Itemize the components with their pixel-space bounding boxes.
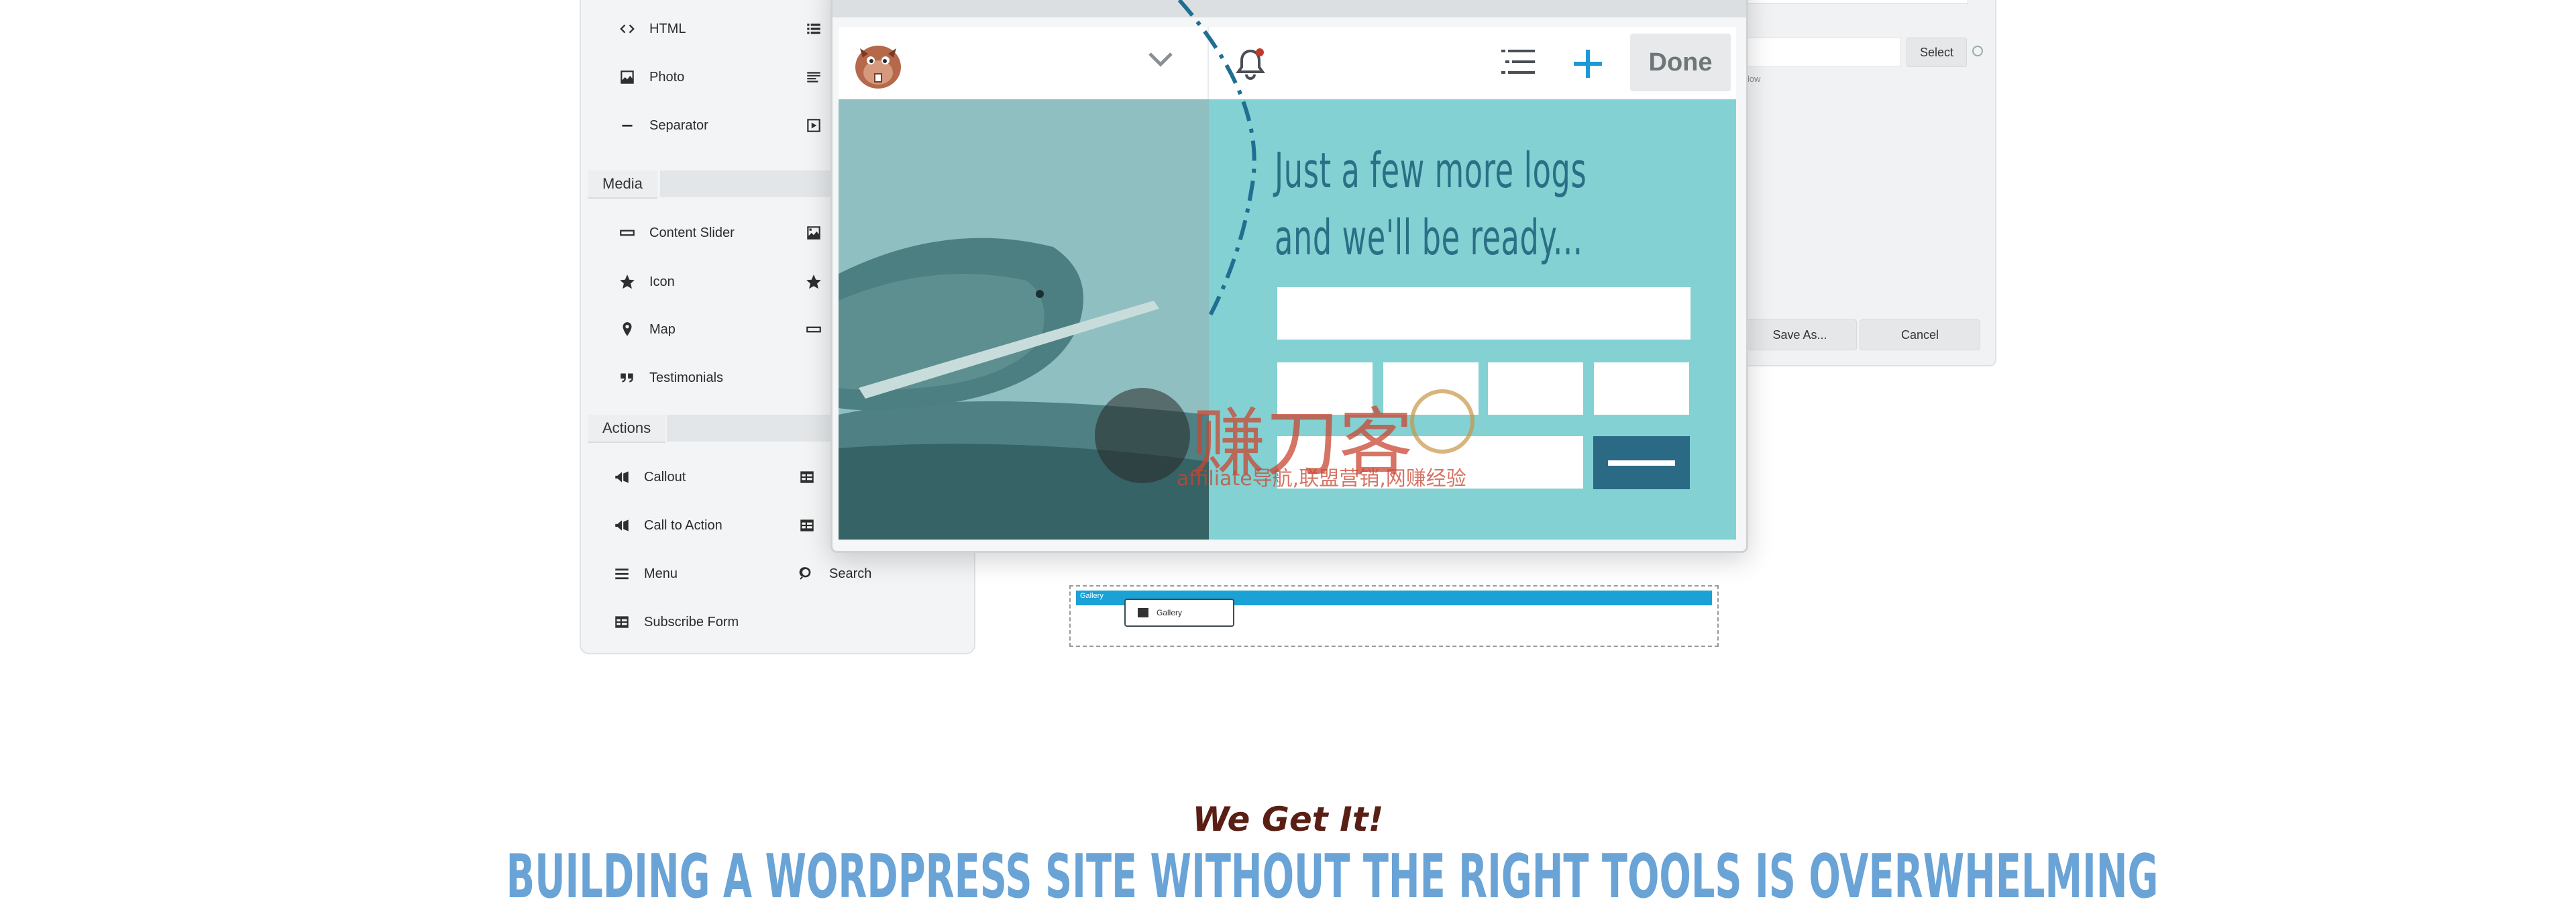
table-icon [796, 468, 818, 486]
module-pricing-table[interactable] [796, 460, 829, 494]
megaphone-icon [610, 468, 633, 486]
help-icon[interactable] [1972, 46, 1983, 56]
submit-button-line [1608, 460, 1675, 466]
slider-icon [802, 321, 825, 338]
form-field[interactable] [1488, 362, 1583, 415]
text-editor-icon [802, 68, 825, 86]
module-separator[interactable]: Separator [616, 109, 708, 142]
code-icon [616, 20, 639, 38]
gallery-icon [1138, 608, 1148, 617]
separator-icon [616, 117, 639, 134]
quote-icon [616, 369, 639, 387]
list-icon [802, 20, 825, 38]
module-label: HTML [649, 21, 686, 36]
settings-input[interactable] [1746, 0, 1968, 4]
plus-icon[interactable] [1571, 47, 1605, 84]
cancel-button[interactable]: Cancel [1860, 319, 1980, 350]
form-field[interactable] [1277, 287, 1690, 340]
section-header-bar [667, 415, 832, 442]
button-label: Cancel [1900, 327, 1939, 342]
watermark-subtext: affiliate导航,联盟营销,网赚经验 [1177, 467, 1466, 491]
section-tab-actions[interactable]: Actions [588, 415, 666, 443]
beaver-logo[interactable] [848, 34, 908, 94]
module-label: Search [829, 566, 872, 581]
table-icon [796, 517, 818, 534]
gallery-icon [802, 224, 825, 242]
hero-headline-line1: Just a few more logs [1275, 142, 1587, 199]
done-button[interactable]: Done [1630, 34, 1731, 91]
gallery-chip-label: Gallery [1157, 608, 1183, 617]
slider-icon [616, 224, 639, 242]
module-photo[interactable]: Photo [616, 60, 684, 94]
module-icon[interactable]: Icon [616, 265, 675, 299]
video-icon [802, 117, 825, 134]
coin-icon [1410, 389, 1474, 454]
table-icon [610, 613, 633, 631]
module-html[interactable]: HTML [616, 12, 686, 46]
module-label: Subscribe Form [644, 614, 739, 629]
module-search[interactable]: Search [796, 557, 871, 591]
module-subscribe-form[interactable]: Subscribe Form [610, 605, 739, 639]
module-label: Photo [649, 69, 685, 85]
select-button[interactable]: Select [1907, 38, 1967, 67]
section-title: Actions [602, 419, 651, 436]
module-content-slider[interactable]: Content Slider [616, 216, 735, 250]
menu-icon [610, 565, 633, 582]
module-label: Icon [649, 274, 675, 289]
section-title: Media [602, 175, 643, 192]
settings-select-field[interactable] [1746, 38, 1901, 67]
window-title-bar [833, 0, 1746, 17]
module-contact-form[interactable] [796, 509, 829, 542]
module-label: Callout [644, 469, 686, 485]
module-label: Map [649, 321, 676, 337]
tagline: We Get It! [1192, 800, 1384, 839]
section-heading: BUILDING A WORDPRESS SITE WITHOUT THE RI… [0, 842, 2576, 912]
button-label: Save As... [1772, 327, 1827, 342]
star-icon [616, 273, 639, 291]
star-icon [802, 273, 825, 291]
module-menu[interactable]: Menu [610, 557, 678, 591]
module-label: Separator [649, 117, 708, 133]
decorative-curve [1177, 0, 1256, 317]
form-field[interactable] [1594, 362, 1689, 415]
outline-list-icon[interactable] [1500, 47, 1538, 80]
module-callout[interactable]: Callout [610, 460, 686, 494]
watermark-logo [1095, 388, 1190, 483]
module-call-to-action[interactable]: Call to Action [610, 509, 722, 542]
module-label: Testimonials [649, 370, 724, 385]
module-map[interactable]: Map [616, 313, 676, 346]
module-label: Call to Action [644, 517, 722, 533]
module-testimonials[interactable]: Testimonials [616, 361, 723, 395]
button-label: Select [1919, 45, 1954, 59]
search-icon [796, 565, 818, 582]
section-heading-text: BUILDING A WORDPRESS SITE WITHOUT THE RI… [506, 842, 2159, 912]
gallery-module-chip[interactable]: Gallery [1124, 599, 1234, 627]
section-header-bar [660, 170, 832, 197]
button-label: Done [1648, 48, 1713, 77]
module-label: Content Slider [649, 225, 735, 240]
section-tab-media[interactable]: Media [588, 170, 657, 199]
map-pin-icon [616, 321, 639, 338]
megaphone-icon [610, 517, 633, 534]
save-as-button[interactable]: Save As... [1743, 319, 1857, 350]
module-label: Menu [644, 566, 678, 581]
gallery-bar-label: Gallery [1080, 592, 1104, 600]
photo-icon [616, 68, 639, 86]
hero-headline-line2: and we'll be ready... [1275, 209, 1583, 266]
